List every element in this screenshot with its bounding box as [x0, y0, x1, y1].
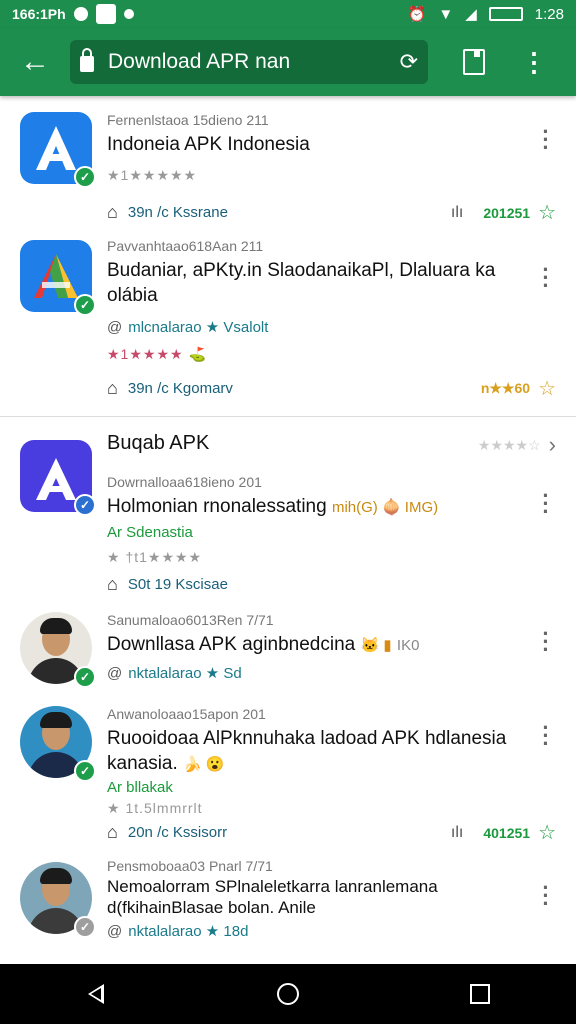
back-arrow-icon[interactable]: ←: [0, 45, 70, 79]
at-icon: @: [107, 664, 123, 682]
home-circle-icon: [277, 983, 299, 1005]
home-icon[interactable]: ⌂: [107, 202, 118, 223]
item-title[interactable]: Holmonian rnonalessating mih(G) 🧅 IMG): [107, 494, 516, 520]
pin-icon: ⛳: [188, 346, 207, 362]
item-menu-icon[interactable]: · · ·: [538, 121, 554, 159]
verified-check-icon: ✓: [74, 666, 96, 688]
item-publisher: @ nktalalarao ★ 18d: [107, 922, 249, 941]
item-stat: n★★60: [480, 380, 531, 396]
item-menu-icon[interactable]: · · ·: [538, 717, 554, 755]
item-meta: Sanumaloao6013Ren 7/71: [107, 612, 274, 628]
emoji-icon: 🍌 😮: [183, 756, 225, 773]
wifi-icon: ▼: [438, 5, 454, 23]
system-nav-bar: [0, 964, 576, 1024]
user-avatar: ✓: [20, 706, 96, 782]
home-icon[interactable]: ⌂: [107, 822, 118, 843]
chevron-right-icon[interactable]: ›: [549, 432, 556, 458]
section-rating[interactable]: ★★★★☆ ›: [478, 432, 556, 458]
section-stars: ★★★★☆: [477, 436, 541, 453]
item-title[interactable]: Nemoalorram SPlnaleletkarra lanranlemana…: [107, 876, 516, 918]
at-icon: @: [107, 318, 123, 336]
item-title[interactable]: Downllasa APK aginbnedcina 🐱 ▮ IK0: [107, 632, 516, 658]
signal-icon: ◢: [465, 6, 477, 23]
favorite-star-icon[interactable]: ☆: [538, 820, 556, 845]
status-time-left: 166:1Ph: [12, 6, 66, 22]
item-meta: Pensmoboaa03 Pnarl 7/71: [107, 858, 273, 874]
nav-recents-button[interactable]: [450, 984, 510, 1004]
overflow-menu-button[interactable]: ⋮: [504, 47, 564, 78]
results-list: ✓ Fernenlstaoa 15dieno 211 Indoneia APK …: [0, 96, 576, 964]
item-action-label[interactable]: 39n /c Kgomarv: [128, 380, 481, 397]
item-meta: Anwanoloaao15apon 201: [107, 706, 266, 722]
url-text[interactable]: Download APR nan: [108, 50, 400, 74]
bookmark-icon: [463, 49, 485, 75]
recents-square-icon: [470, 984, 490, 1004]
url-bar[interactable]: Download APR nan ⟳: [70, 40, 428, 84]
favorite-star-icon[interactable]: ☆: [538, 200, 556, 225]
item-menu-icon[interactable]: · · ·: [538, 485, 554, 523]
app-icon: ✓: [20, 440, 96, 516]
status-time-right: 1:28: [534, 5, 564, 23]
app-notification-icon: [95, 4, 116, 24]
item-title[interactable]: Ruooidoaa AlPknnuhaka ladoad APK hdlanes…: [107, 726, 516, 777]
verified-check-icon: ✓: [74, 166, 96, 188]
home-icon[interactable]: ⌂: [107, 574, 118, 595]
item-menu-icon[interactable]: · · ·: [538, 877, 554, 915]
browser-toolbar: ← Download APR nan ⟳ ⋮: [0, 28, 576, 96]
bookmark-button[interactable]: [444, 49, 504, 75]
item-action-label[interactable]: 39n /c Kssrane: [128, 204, 451, 221]
item-stat: 401251: [483, 824, 531, 841]
section-divider: [0, 416, 576, 417]
item-publisher: @ nktalalarao ★ Sd: [107, 664, 242, 683]
home-icon[interactable]: ⌂: [107, 378, 118, 399]
rating-stars: ★ †t1★★★★: [107, 549, 203, 565]
item-menu-icon[interactable]: · · ·: [538, 259, 554, 297]
item-publisher: Ar Sdenastia: [107, 524, 193, 541]
item-publisher: Ar bllakak: [107, 779, 173, 796]
stats-icon: ılı: [450, 203, 464, 221]
reload-icon[interactable]: ⟳: [400, 49, 418, 75]
notification-icon: [73, 7, 88, 21]
item-meta: Fernenlstaoa 15dieno 211: [107, 112, 269, 128]
stats-icon: ılı: [450, 823, 464, 841]
apk-logo-icon: [36, 458, 76, 500]
emoji-icon: 🐱 ▮: [360, 637, 392, 654]
item-action-label[interactable]: 20n /c Kssisorr: [128, 824, 451, 841]
item-title[interactable]: Budaniar, aPKty.in SlaodanaikaPl, Dlalua…: [107, 258, 516, 308]
item-stat: 201251: [483, 204, 531, 221]
rating-stars: ★1★★★★★: [107, 167, 198, 183]
section-title: Buqab APK: [107, 432, 210, 454]
sync-notification-icon: [123, 9, 134, 19]
nav-home-button[interactable]: [258, 983, 318, 1005]
item-title[interactable]: Indoneia APK Indonesia: [107, 132, 516, 157]
nav-back-button[interactable]: [66, 984, 126, 1004]
app-icon: ✓: [20, 240, 96, 316]
verified-check-icon: ✓: [74, 494, 96, 516]
status-bar: 166:1Ph ⏰ ▼ ◢ 1:28: [0, 0, 576, 28]
item-publisher: @ mlcnalarao ★ Vsalolt: [107, 318, 269, 337]
item-meta: Pavvanhtaao618Aan 211: [107, 238, 264, 254]
at-icon: @: [107, 922, 123, 940]
battery-icon: [488, 7, 523, 21]
verified-check-icon: ✓: [74, 916, 96, 938]
item-menu-icon[interactable]: · · ·: [538, 623, 554, 661]
app-icon: ✓: [20, 112, 96, 188]
apk-logo-icon: [36, 126, 76, 170]
user-avatar: ✓: [20, 612, 96, 688]
verified-check-icon: ✓: [74, 760, 96, 782]
more-vert-icon: ⋮: [521, 46, 547, 77]
lock-icon: [80, 48, 94, 72]
colorful-apk-logo-icon: [34, 254, 78, 298]
rating-stars: ★1★★★★ ⛳: [107, 346, 207, 362]
verified-check-icon: ✓: [74, 294, 96, 316]
user-avatar: ✓: [20, 862, 96, 938]
favorite-star-icon[interactable]: ☆: [538, 376, 556, 401]
alarm-icon: ⏰: [407, 6, 427, 23]
item-meta: Dowrnalloaa618ieno 201: [107, 474, 262, 490]
rating-stars: ★ 1t.5lmmrrlt: [107, 800, 203, 816]
back-triangle-icon: [88, 984, 104, 1004]
item-action-label[interactable]: S0t 19 Kscisae: [128, 576, 556, 593]
